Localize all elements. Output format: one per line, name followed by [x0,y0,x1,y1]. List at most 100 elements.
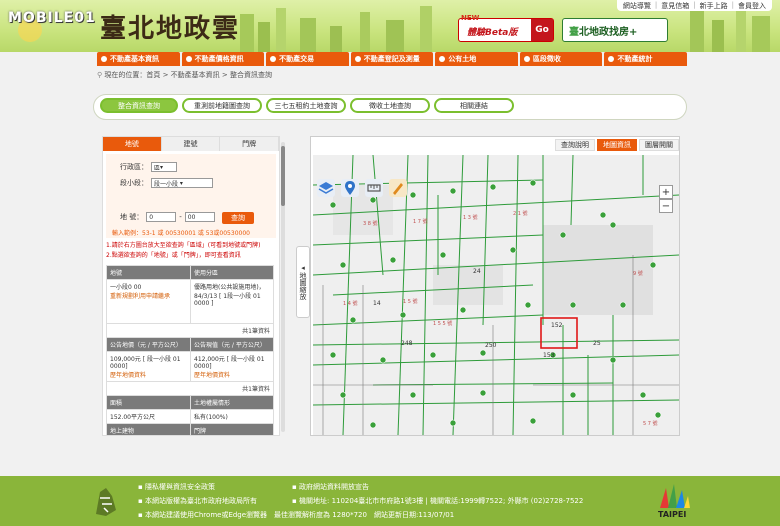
location-pin-icon[interactable] [341,179,359,197]
map-lot-label: 248 [401,340,413,347]
svg-text:2 1 號: 2 1 號 [513,210,528,217]
copyright-text: ▪ 本網站版權為臺北市政府地政局所有 [138,497,257,505]
tab-building-number[interactable]: 建號 [161,137,221,151]
top-link-login[interactable]: 會員登入 [738,1,766,10]
new-badge: NEW [461,14,480,22]
contact-info: ▪ 機關地址: 110204臺北市市府路1號3樓 | 機關電話:1999轉752… [292,497,584,505]
privacy-link[interactable]: ▪ 隱私權與資訊安全政策 [138,482,215,492]
layer-toggle-button[interactable]: 圖層開關 [639,139,679,151]
cadastral-map[interactable]: 152 153 250 248 24 25 14 3 8 號 1 7 號 1 3 號… [313,155,679,435]
svg-text:1 7 號: 1 7 號 [413,218,428,225]
record-count: 共1筆資料 [106,323,274,338]
map-lot-label: 250 [485,342,497,349]
nav-item-statistics[interactable]: 不動產統計 [604,52,688,66]
top-link-newbie[interactable]: 新手上路 [700,1,728,10]
map-toolbar: 查詢說明 地圖資訊 圖層開關 [555,139,679,151]
map-lot-label: 152 [551,322,563,329]
house-prefix: 臺 [569,26,579,38]
tab-375-lease[interactable]: 三七五租約土地查詢 [266,98,346,113]
map-lot-label: 25 [593,340,601,347]
dot-icon [101,56,107,62]
taipei-logo-mark [660,484,690,508]
nav-item-public-land[interactable]: 公有土地 [435,52,518,66]
lot-label: 地 號： [120,213,144,221]
map-container: 查詢說明 地圖資訊 圖層開關 152 153 250 248 24 25 14 … [310,136,680,436]
zoom-in-button[interactable]: + [659,185,673,199]
watermark: MOBILE01 [8,10,96,26]
nav-item-price-info[interactable]: 不動產價格資訊 [181,52,265,66]
dot-icon [523,56,530,62]
nav-item-transaction[interactable]: 不動產交易 [266,52,349,66]
svg-text:1 5 號: 1 5 號 [403,298,418,305]
instructions: 1.請於右方圖台放大至欲查詢「區域」(可看到地號或門牌) 2.點選欲查詢的「地號… [106,242,261,259]
map-lot-label: 153 [543,352,555,359]
top-link-feedback[interactable]: 意見信箱 [661,1,689,10]
panel-scrollbar[interactable] [281,142,285,432]
lot-main-input[interactable]: 0 [146,212,177,222]
chevron-left-icon: ◂ [299,264,307,272]
tab-expropriation[interactable]: 徵收土地查詢 [350,98,430,113]
house-search-banner[interactable]: 臺 北地政找房+ [562,18,668,42]
tab-integrated-query[interactable]: 整合資訊查詢 [100,98,178,113]
tab-related-links[interactable]: 相關連結 [434,98,514,113]
taipei-logo-text: TAIPEI [658,510,687,519]
result-table: 地號 使用分區 一小段0 00 重新規劃利用申請繼承 優路用地(公共設施用地)，8… [106,265,274,435]
svg-text:1 4 號: 1 4 號 [343,300,358,307]
top-links: 網站導覽 | 意見信箱 | 新手上路 | 會員登入 [616,0,772,11]
lot-sub-input[interactable]: 00 [184,212,215,222]
nav-item-registration[interactable]: 不動產登記及測量 [350,52,434,66]
map-info-button[interactable]: 地圖資訊 [597,139,637,151]
breadcrumb: ⚲ 現在的位置：首頁 > 不動產基本資訊 > 整合資訊查詢 [97,71,272,79]
input-example-hint: 輸入範例：53-1 或 00530001 或 53或00530000 [112,230,250,237]
dot-icon [270,56,277,62]
beta-banner-button[interactable]: NEW 體驗Beta版 Go [458,14,554,42]
site-header: MOBILE01 臺北地政雲 網站導覽 | 意見信箱 | 新手上路 | 會員登入 NE… [0,0,780,52]
taipei-logo[interactable]: TAIPEI [654,482,694,522]
tab-lot-number[interactable]: 地號 [103,137,162,151]
scrollbar-thumb[interactable] [281,146,285,206]
site-logo[interactable]: 臺北地政雲 [100,8,240,45]
top-link-sitemap[interactable]: 網站導覽 [623,1,651,10]
site-footer: ▪ 隱私權與資訊安全政策 ▪ 本網站版權為臺北市政府地政局所有 ▪ 本網站建議使… [0,476,780,526]
taipei-city-outline-icon [96,488,116,516]
zoom-out-button[interactable]: − [659,199,673,213]
value-history-link[interactable]: 歷年地價資料 [194,370,270,379]
section-select[interactable]: 段一小段 ▾ [151,178,213,188]
zoom-controls: + − [659,185,673,213]
svg-text:5 7 號: 5 7 號 [643,420,658,427]
query-help-button[interactable]: 查詢說明 [555,139,595,151]
tab-pre-survey-map[interactable]: 重測前地籍圖查詢 [182,98,262,113]
dot-icon [185,56,192,62]
nav-item-zone-expropriation[interactable]: 區段徵收 [519,52,603,66]
beta-label: 體驗Beta版 [467,28,518,38]
query-button[interactable]: 查詢 [222,212,254,224]
map-lot-label: 14 [373,300,381,307]
record-count: 共1筆資料 [106,381,274,396]
svg-text:1 3 號: 1 3 號 [463,214,478,221]
layers-icon[interactable] [317,179,335,197]
sub-tabs: 整合資訊查詢 重測前地籍圖查詢 三七五租約土地查詢 徵收土地查詢 相關連結 [93,94,687,120]
measure-icon[interactable] [365,179,383,197]
section-label: 段小段： [120,179,148,187]
reuse-application-link[interactable]: 重新規劃利用申請繼承 [110,291,187,300]
dot-icon [439,56,446,62]
query-form: 行政區： 區 ▾ 段小段： 段一小段 ▾ 地 號： 0 - 00 查詢 輸入範例：… [106,154,276,238]
map-zoom-handle[interactable]: ◂ 地圖縮放 [296,246,310,318]
draw-icon[interactable] [389,179,407,197]
svg-text:3 8 號: 3 8 號 [363,220,378,227]
house-label: 北地政找房+ [579,26,638,38]
main-nav: 不動產基本資訊 不動產價格資訊 不動產交易 不動產登記及測量 公有土地 區段徵收… [97,52,688,66]
svg-text:9 號: 9 號 [633,270,643,277]
open-data-link[interactable]: ▪ 政府網站資料開放宣告 [292,482,369,492]
query-panel: 地號 建號 門牌 行政區： 區 ▾ 段小段： 段一小段 ▾ 地 號： 0 - 00… [102,136,280,436]
query-type-tabs: 地號 建號 門牌 [103,137,279,151]
land-price-history-link[interactable]: 歷年地價資料 [110,370,187,379]
district-select[interactable]: 區 ▾ [151,162,177,172]
go-button[interactable]: Go [531,19,553,41]
nav-item-basic-info[interactable]: 不動產基本資訊 [97,52,180,66]
tab-address[interactable]: 門牌 [220,137,279,151]
dot-icon [354,56,361,62]
svg-text:1 5 5 號: 1 5 5 號 [433,320,452,327]
browser-notice: ▪ 本網站建議使用Chrome或Edge瀏覽器 最佳瀏覽解析度為 1280*72… [138,511,455,519]
map-lot-label: 24 [473,268,481,275]
